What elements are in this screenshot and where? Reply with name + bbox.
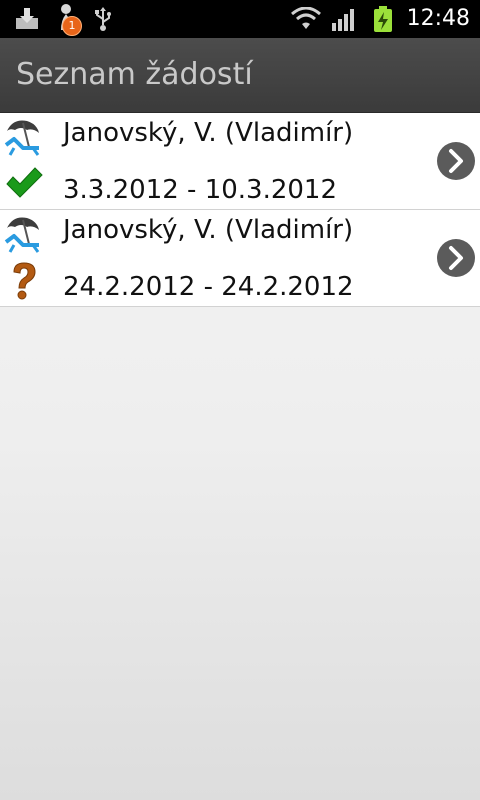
battery-charging-icon — [374, 6, 392, 32]
page-title: Seznam žádostí — [16, 57, 253, 92]
status-bar: 1 12:48 — [0, 0, 480, 38]
clock: 12:48 — [406, 6, 470, 31]
request-list: Janovský, V. (Vladimír) 3.3.2012 - 10.3.… — [0, 113, 480, 307]
title-bar: Seznam žádostí — [0, 38, 480, 113]
pending-question-icon — [13, 262, 36, 300]
open-detail-button[interactable] — [436, 141, 476, 181]
vacation-icon — [4, 120, 40, 156]
request-dates: 24.2.2012 - 24.2.2012 — [63, 272, 354, 302]
employee-name: Janovský, V. (Vladimír) — [63, 118, 354, 148]
open-detail-button[interactable] — [436, 238, 476, 278]
wifi-icon — [291, 7, 321, 29]
notification-count-badge: 1 — [62, 16, 82, 36]
signal-icon — [332, 9, 354, 31]
request-list-item[interactable]: Janovský, V. (Vladimír) 24.2.2012 - 24.2… — [0, 210, 480, 307]
request-list-item[interactable]: Janovský, V. (Vladimír) 3.3.2012 - 10.3.… — [0, 113, 480, 210]
employee-name: Janovský, V. (Vladimír) — [63, 215, 354, 245]
usb-icon — [95, 7, 111, 31]
request-dates: 3.3.2012 - 10.3.2012 — [63, 175, 338, 205]
approved-check-icon — [6, 167, 43, 198]
vacation-icon — [4, 217, 40, 253]
download-icon — [16, 8, 38, 29]
